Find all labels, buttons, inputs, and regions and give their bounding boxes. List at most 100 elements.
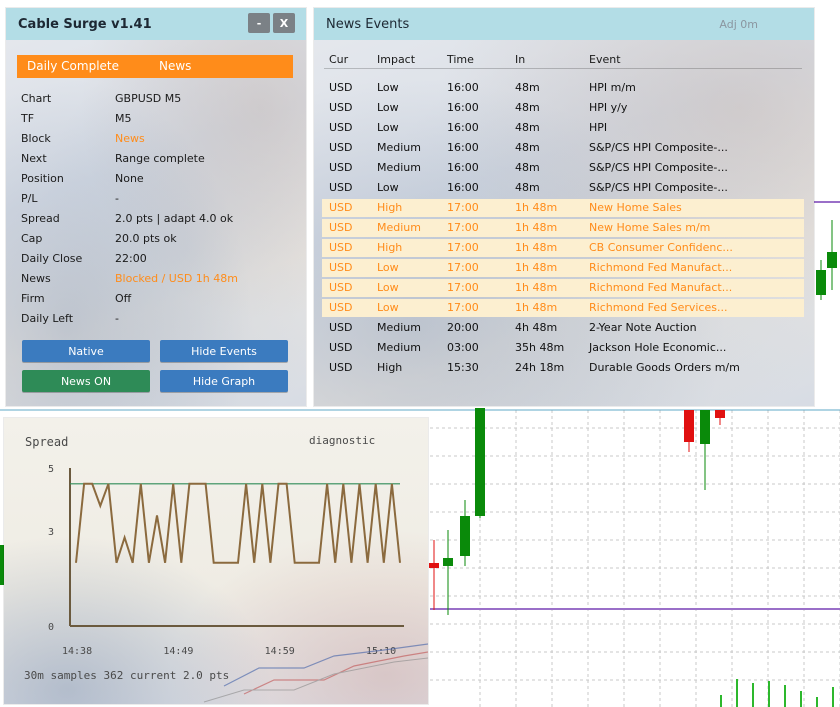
event-cell-time: 17:00 — [447, 221, 479, 234]
event-cell-event: HPI — [589, 121, 608, 134]
event-row[interactable]: USD High 17:00 1h 48m New Home Sales — [322, 199, 804, 217]
event-cell-impact: Low — [377, 181, 399, 194]
event-row[interactable]: USD Medium 03:00 35h 48m Jackson Hole Econom… — [322, 339, 804, 357]
status-row-label: Block — [21, 132, 51, 145]
event-cell-event: New Home Sales — [589, 201, 682, 214]
event-cell-cur: USD — [329, 261, 353, 274]
candle-body — [700, 410, 710, 444]
event-row[interactable]: USD High 15:30 24h 18m Durable Goods Orders … — [322, 359, 804, 377]
event-row[interactable]: USD Low 17:00 1h 48m Richmond Fed Services..… — [322, 299, 804, 317]
event-row[interactable]: USD Low 16:00 48m S&P/CS HPI Composite-... — [322, 179, 804, 197]
event-cell-time: 16:00 — [447, 101, 479, 114]
status-row-label: News — [21, 272, 51, 285]
event-cell-in: 48m — [515, 161, 540, 174]
event-cell-cur: USD — [329, 121, 353, 134]
news-events-titlebar[interactable]: News Events Adj 0m — [314, 8, 814, 40]
status-row-value: Off — [115, 292, 132, 305]
spread-graph-panel: Spread diagnostic 0 3 5 14:38 14:49 14:59 15:1… — [4, 418, 428, 704]
event-row[interactable]: USD Low 16:00 48m HPI y/y — [322, 99, 804, 117]
event-cell-impact: Low — [377, 301, 399, 314]
spread-chart: 03514:38 14:49 14:59 15:10 — [48, 464, 428, 703]
status-row-value: None — [115, 172, 144, 185]
event-cell-event: Richmond Fed Manufact... — [589, 281, 733, 294]
status-row-value: News — [115, 132, 145, 145]
graph-footer: 30m samples 362 current 2.0 pts — [24, 669, 230, 682]
news-toggle-button[interactable]: News ON — [22, 370, 150, 392]
event-cell-cur: USD — [329, 161, 353, 174]
event-cell-in: 24h 18m — [515, 361, 565, 374]
event-cell-cur: USD — [329, 301, 353, 314]
event-row[interactable]: USD Medium 16:00 48m S&P/CS HPI Composite-..… — [322, 139, 804, 157]
event-cell-cur: USD — [329, 241, 353, 254]
event-cell-cur: USD — [329, 181, 353, 194]
event-cell-in: 48m — [515, 121, 540, 134]
event-row[interactable]: USD Low 16:00 48m HPI m/m — [322, 79, 804, 97]
status-row-label: Daily Close — [21, 252, 83, 265]
candle-body — [443, 558, 453, 566]
status-banner: Daily Complete News — [17, 55, 293, 78]
cable-surge-panel: Cable Surge v1.41 - X Daily Complete New… — [6, 8, 306, 406]
cable-surge-title: Cable Surge v1.41 — [18, 16, 152, 32]
status-row-value: 22:00 — [115, 252, 147, 265]
hide-events-button[interactable]: Hide Events — [160, 340, 288, 362]
hide-graph-button[interactable]: Hide Graph — [160, 370, 288, 392]
column-header-event: Event — [589, 53, 621, 66]
event-cell-cur: USD — [329, 361, 353, 374]
event-cell-in: 48m — [515, 101, 540, 114]
y-tick-label: 5 — [48, 464, 54, 475]
candle-body — [816, 270, 826, 295]
event-cell-impact: Medium — [377, 141, 421, 154]
status-row-value: 2.0 pts | adapt 4.0 ok — [115, 212, 234, 225]
event-cell-time: 20:00 — [447, 321, 479, 334]
event-cell-in: 1h 48m — [515, 301, 558, 314]
event-cell-in: 1h 48m — [515, 281, 558, 294]
event-cell-impact: Low — [377, 81, 399, 94]
event-cell-time: 16:00 — [447, 121, 479, 134]
status-row-value: - — [115, 192, 119, 205]
candle-body — [684, 410, 694, 442]
event-cell-time: 17:00 — [447, 201, 479, 214]
event-cell-time: 16:00 — [447, 81, 479, 94]
minimize-button[interactable]: - — [248, 13, 270, 33]
event-cell-cur: USD — [329, 281, 353, 294]
event-row[interactable]: USD Medium 20:00 4h 48m 2-Year Note Auction — [322, 319, 804, 337]
event-cell-event: Richmond Fed Manufact... — [589, 261, 733, 274]
event-cell-time: 17:00 — [447, 281, 479, 294]
event-cell-time: 03:00 — [447, 341, 479, 354]
event-row[interactable]: USD Medium 17:00 1h 48m New Home Sales m/m — [322, 219, 804, 237]
status-row-value: M5 — [115, 112, 132, 125]
spread-series-line — [75, 482, 401, 564]
status-row: Firm Off — [21, 290, 301, 308]
volume-bar — [720, 695, 722, 707]
native-button[interactable]: Native — [22, 340, 150, 362]
time-adjust[interactable]: Adj 0m — [719, 18, 758, 31]
event-cell-impact: Low — [377, 281, 399, 294]
event-row[interactable]: USD Medium 16:00 48m S&P/CS HPI Composite-..… — [322, 159, 804, 177]
candle-body — [475, 408, 485, 516]
event-cell-impact: High — [377, 241, 403, 254]
event-cell-cur: USD — [329, 321, 353, 334]
y-tick-label: 0 — [48, 622, 54, 633]
status-row: Spread 2.0 pts | adapt 4.0 ok — [21, 210, 301, 228]
status-row: Daily Close 22:00 — [21, 250, 301, 268]
cable-surge-titlebar[interactable]: Cable Surge v1.41 - X — [6, 8, 306, 40]
column-header-impact: Impact — [377, 53, 416, 66]
y-tick-label: 3 — [48, 527, 54, 538]
status-row-label: P/L — [21, 192, 38, 205]
event-cell-event: S&P/CS HPI Composite-... — [589, 181, 728, 194]
event-cell-time: 16:00 — [447, 181, 479, 194]
status-row-label: Next — [21, 152, 47, 165]
candle-body — [429, 563, 439, 568]
close-button[interactable]: X — [273, 13, 295, 33]
event-row[interactable]: USD Low 16:00 48m HPI — [322, 119, 804, 137]
event-cell-impact: High — [377, 361, 403, 374]
event-row[interactable]: USD High 17:00 1h 48m CB Consumer Confidenc.… — [322, 239, 804, 257]
volume-bar — [752, 683, 754, 707]
volume-bar — [816, 697, 818, 707]
event-cell-cur: USD — [329, 201, 353, 214]
x-tick-label: 14:49 — [163, 646, 193, 657]
event-row[interactable]: USD Low 17:00 1h 48m Richmond Fed Manufact..… — [322, 259, 804, 277]
event-row[interactable]: USD Low 17:00 1h 48m Richmond Fed Manufact..… — [322, 279, 804, 297]
event-cell-cur: USD — [329, 341, 353, 354]
event-cell-cur: USD — [329, 101, 353, 114]
